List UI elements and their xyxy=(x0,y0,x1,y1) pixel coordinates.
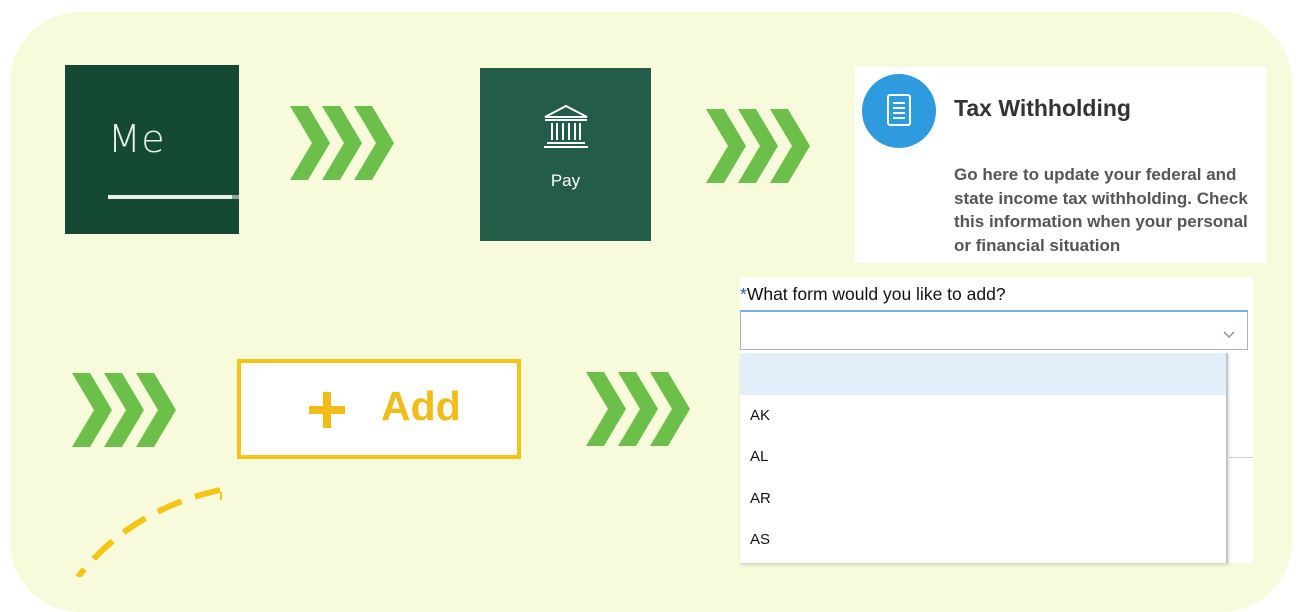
me-tab[interactable]: Me xyxy=(65,65,239,234)
form-question-label: *What form would you like to add? xyxy=(740,284,1006,305)
form-question-text: What form would you like to add? xyxy=(746,284,1006,304)
pay-tile-label: Pay xyxy=(550,171,581,190)
add-button[interactable]: Add xyxy=(237,359,521,459)
plus-icon xyxy=(307,390,347,435)
add-button-label: Add xyxy=(381,383,461,429)
document-icon xyxy=(862,74,936,148)
divider xyxy=(1229,457,1253,458)
dropdown-option[interactable]: AK xyxy=(740,395,1226,437)
dashed-curve-decoration xyxy=(60,470,240,582)
chevron-arrows-icon xyxy=(72,373,176,447)
me-tab-underline-end xyxy=(232,195,239,199)
required-marker: * xyxy=(740,284,747,304)
tax-withholding-card[interactable]: Tax Withholding Go here to update your f… xyxy=(855,67,1266,263)
form-select-dropdown: AK AL AR AS xyxy=(740,353,1228,563)
dropdown-option[interactable]: AL xyxy=(740,436,1226,478)
dropdown-option[interactable] xyxy=(740,353,1226,395)
me-tab-underline xyxy=(108,195,232,199)
form-selector: *What form would you like to add? AK AL … xyxy=(740,277,1253,563)
tax-withholding-description: Go here to update your federal and state… xyxy=(954,165,1248,255)
chevron-down-icon[interactable] xyxy=(1223,326,1235,344)
bank-building-icon xyxy=(542,104,590,155)
dropdown-option[interactable]: AS xyxy=(740,519,1226,561)
me-tab-label: Me xyxy=(108,117,166,161)
form-select[interactable] xyxy=(740,310,1248,350)
tax-withholding-title: Tax Withholding xyxy=(954,95,1131,121)
pay-tile[interactable]: Pay xyxy=(480,68,651,241)
chevron-arrows-icon xyxy=(290,106,394,180)
chevron-arrows-icon xyxy=(586,372,690,446)
dropdown-option[interactable]: AR xyxy=(740,478,1226,520)
chevron-arrows-icon xyxy=(706,109,810,183)
